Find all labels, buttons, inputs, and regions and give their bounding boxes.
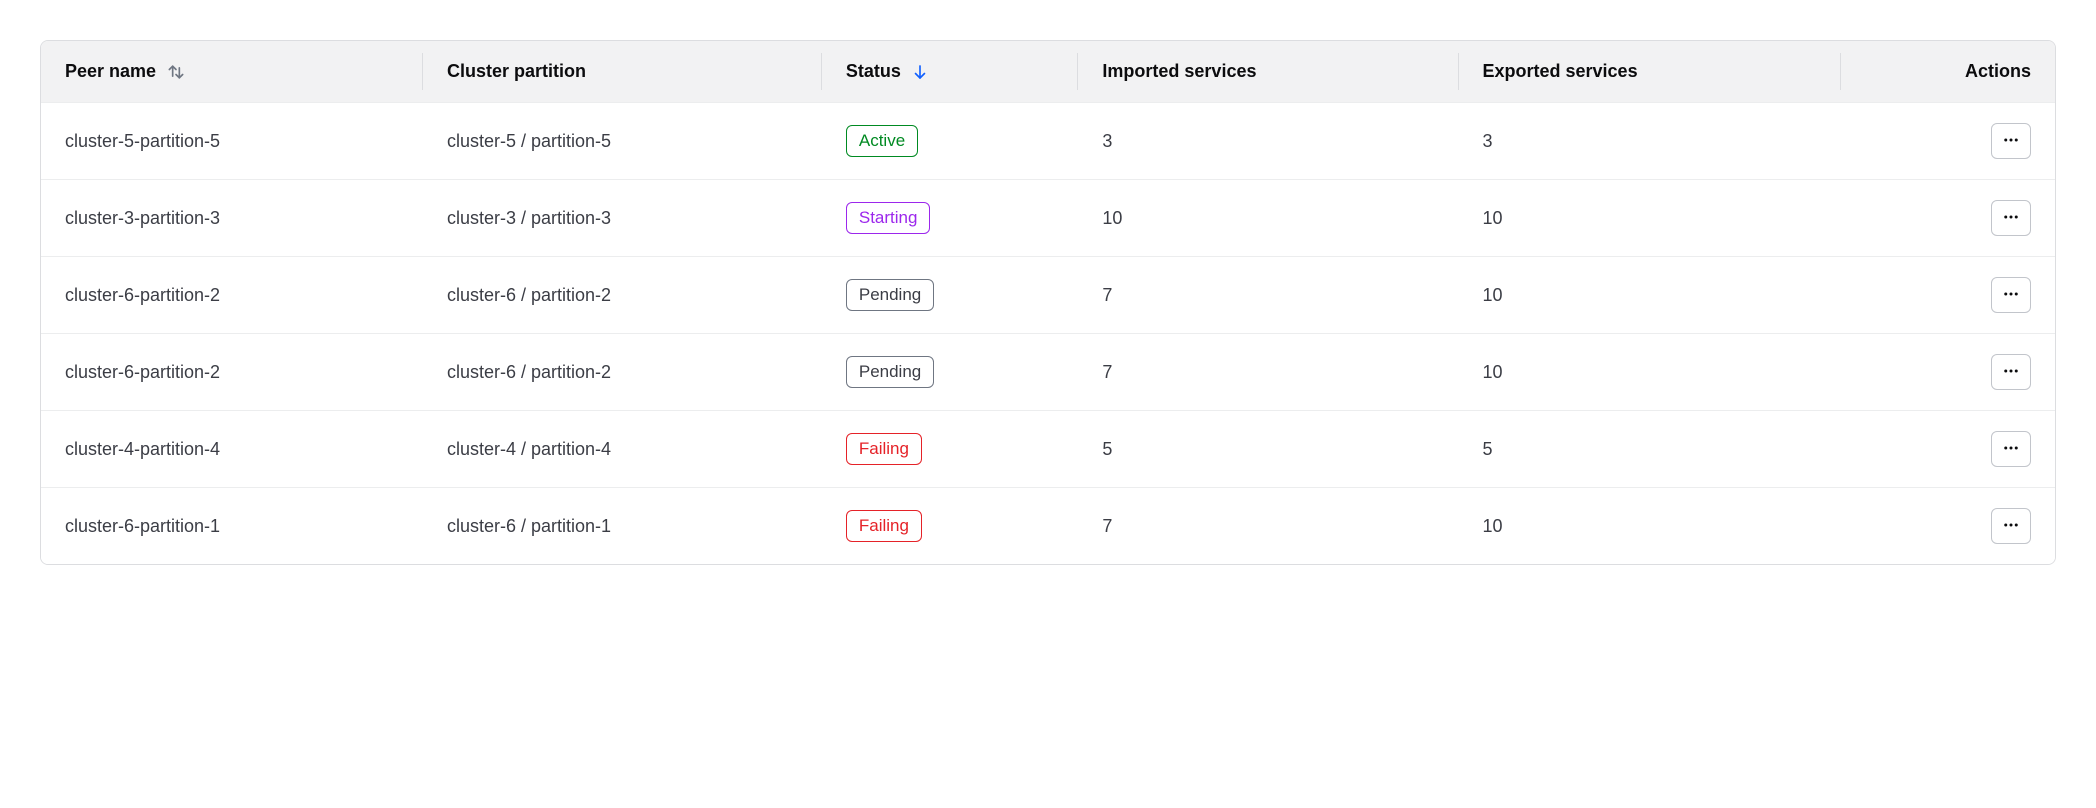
cell-peer-name: cluster-6-partition-2 [41, 257, 423, 334]
more-horizontal-icon [2002, 208, 2020, 229]
cell-imported-services: 7 [1078, 334, 1458, 411]
row-actions-button[interactable] [1991, 508, 2031, 544]
cell-actions [1841, 103, 2056, 180]
cell-imported-services: 10 [1078, 180, 1458, 257]
column-header-peer-name[interactable]: Peer name [41, 41, 423, 103]
cell-exported-services: 10 [1459, 334, 1841, 411]
table-row: cluster-5-partition-5cluster-5 / partiti… [41, 103, 2055, 180]
more-horizontal-icon [2002, 439, 2020, 460]
cell-actions [1841, 488, 2056, 565]
cell-actions [1841, 411, 2056, 488]
table-row: cluster-6-partition-2cluster-6 / partiti… [41, 334, 2055, 411]
sort-swap-icon [166, 62, 186, 82]
status-badge: Pending [846, 279, 934, 311]
peers-table: Peer name Cluster partition [41, 41, 2055, 564]
table-header-row: Peer name Cluster partition [41, 41, 2055, 103]
column-header-actions: Actions [1841, 41, 2056, 103]
cell-exported-services: 3 [1459, 103, 1841, 180]
status-badge: Starting [846, 202, 931, 234]
column-header-label: Actions [1965, 61, 2031, 81]
row-actions-button[interactable] [1991, 354, 2031, 390]
cell-status: Failing [822, 488, 1079, 565]
row-actions-button[interactable] [1991, 123, 2031, 159]
cell-cluster-partition: cluster-6 / partition-2 [423, 334, 822, 411]
cell-actions [1841, 257, 2056, 334]
cell-status: Pending [822, 334, 1079, 411]
column-header-label: Status [846, 61, 901, 82]
cell-imported-services: 3 [1078, 103, 1458, 180]
table-row: cluster-6-partition-2cluster-6 / partiti… [41, 257, 2055, 334]
table-row: cluster-4-partition-4cluster-4 / partiti… [41, 411, 2055, 488]
column-header-label: Imported services [1102, 61, 1256, 81]
peers-table-container: Peer name Cluster partition [40, 40, 2056, 565]
cell-status: Failing [822, 411, 1079, 488]
table-row: cluster-6-partition-1cluster-6 / partiti… [41, 488, 2055, 565]
status-badge: Failing [846, 510, 922, 542]
cell-cluster-partition: cluster-3 / partition-3 [423, 180, 822, 257]
more-horizontal-icon [2002, 362, 2020, 383]
column-header-imported[interactable]: Imported services [1078, 41, 1458, 103]
row-actions-button[interactable] [1991, 431, 2031, 467]
cell-status: Pending [822, 257, 1079, 334]
cell-actions [1841, 180, 2056, 257]
more-horizontal-icon [2002, 285, 2020, 306]
cell-status: Starting [822, 180, 1079, 257]
cell-peer-name: cluster-6-partition-2 [41, 334, 423, 411]
cell-imported-services: 5 [1078, 411, 1458, 488]
status-badge: Failing [846, 433, 922, 465]
cell-peer-name: cluster-4-partition-4 [41, 411, 423, 488]
column-header-label: Exported services [1483, 61, 1638, 81]
cell-status: Active [822, 103, 1079, 180]
status-badge: Active [846, 125, 918, 157]
cell-peer-name: cluster-5-partition-5 [41, 103, 423, 180]
cell-exported-services: 10 [1459, 488, 1841, 565]
column-header-exported[interactable]: Exported services [1459, 41, 1841, 103]
cell-cluster-partition: cluster-6 / partition-2 [423, 257, 822, 334]
cell-cluster-partition: cluster-4 / partition-4 [423, 411, 822, 488]
cell-exported-services: 10 [1459, 257, 1841, 334]
column-header-label: Peer name [65, 61, 156, 82]
column-header-cluster-partition[interactable]: Cluster partition [423, 41, 822, 103]
row-actions-button[interactable] [1991, 277, 2031, 313]
cell-peer-name: cluster-6-partition-1 [41, 488, 423, 565]
arrow-down-icon [911, 63, 929, 81]
cell-cluster-partition: cluster-6 / partition-1 [423, 488, 822, 565]
more-horizontal-icon [2002, 516, 2020, 537]
cell-actions [1841, 334, 2056, 411]
cell-exported-services: 10 [1459, 180, 1841, 257]
status-badge: Pending [846, 356, 934, 388]
row-actions-button[interactable] [1991, 200, 2031, 236]
cell-imported-services: 7 [1078, 488, 1458, 565]
cell-imported-services: 7 [1078, 257, 1458, 334]
table-row: cluster-3-partition-3cluster-3 / partiti… [41, 180, 2055, 257]
column-header-status[interactable]: Status [822, 41, 1079, 103]
cell-peer-name: cluster-3-partition-3 [41, 180, 423, 257]
more-horizontal-icon [2002, 131, 2020, 152]
column-header-label: Cluster partition [447, 61, 586, 82]
cell-exported-services: 5 [1459, 411, 1841, 488]
cell-cluster-partition: cluster-5 / partition-5 [423, 103, 822, 180]
